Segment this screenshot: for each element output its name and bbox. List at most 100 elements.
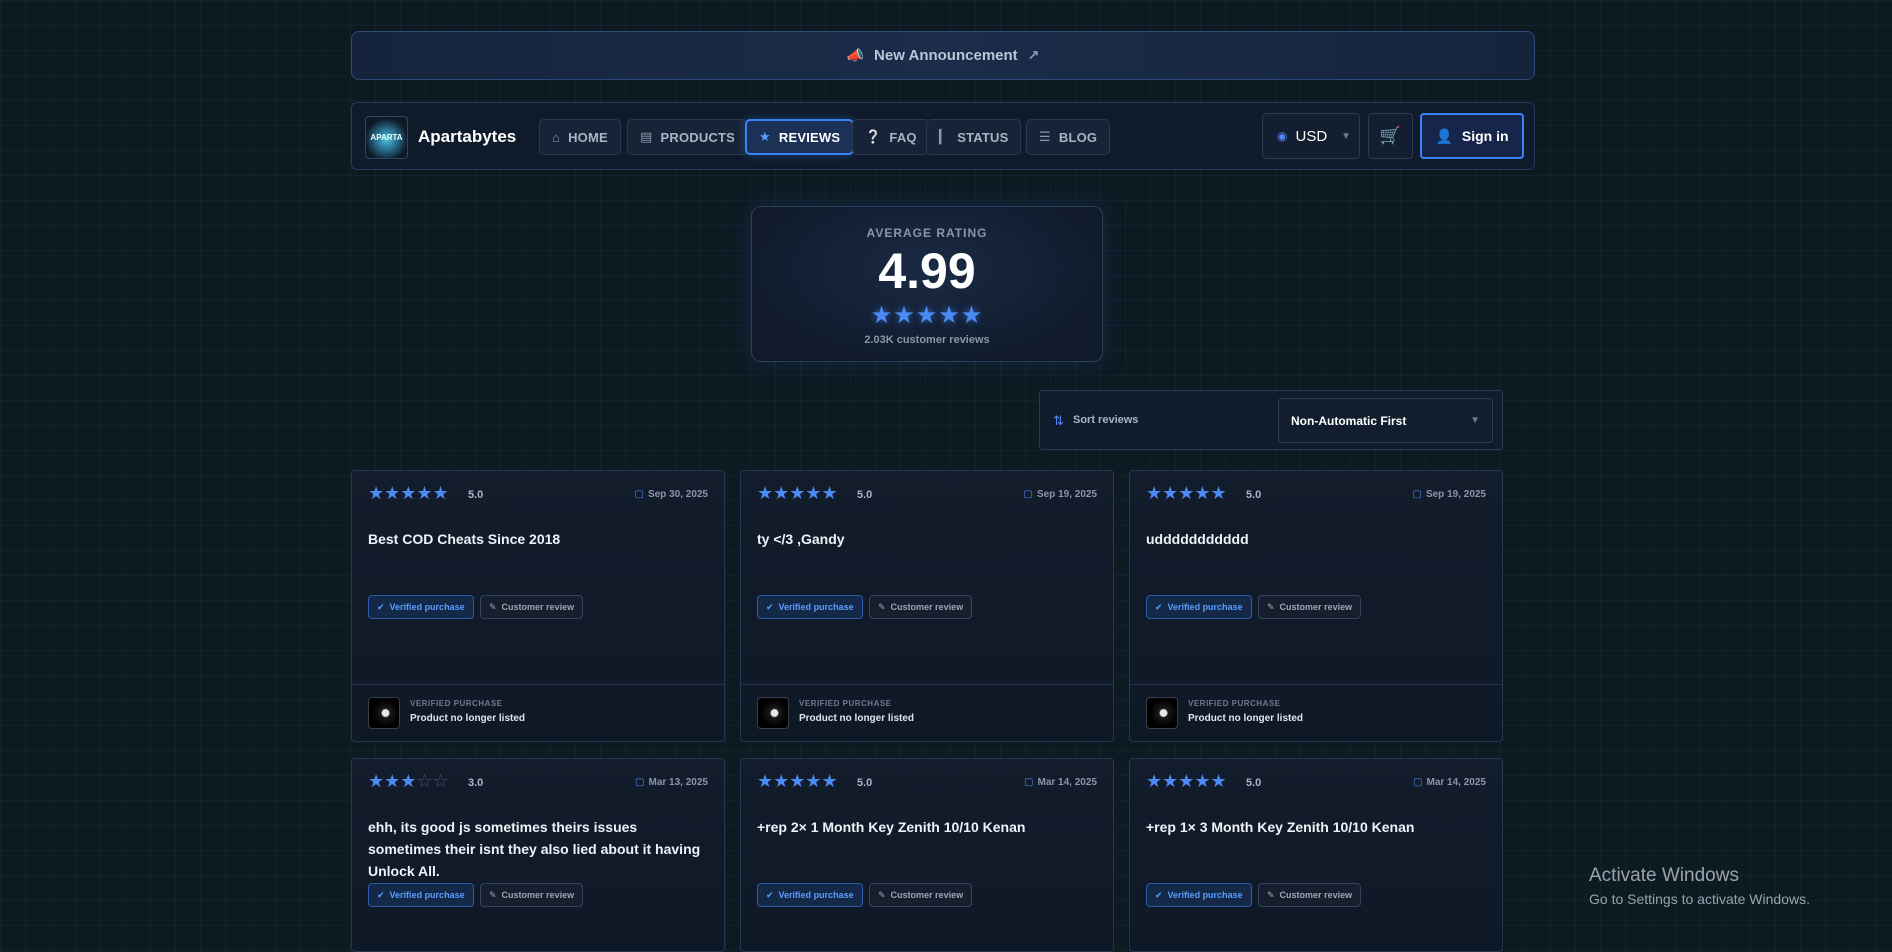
review-stars: ★★★★★ — [757, 771, 838, 791]
review-card[interactable]: ★★★★★ 5.0 ▢ Mar 14, 2025 +rep 2× 1 Month … — [740, 758, 1114, 952]
product-thumbnail — [1146, 697, 1178, 729]
pen-icon: ✎ — [489, 889, 497, 900]
chevron-down-icon: ▼ — [1470, 415, 1480, 426]
pen-icon: ✎ — [878, 601, 886, 612]
home-icon: ⌂ — [552, 129, 561, 145]
pen-icon: ✎ — [489, 601, 497, 612]
cart-icon: 🛒 — [1379, 126, 1402, 145]
pen-icon: ✎ — [878, 889, 886, 900]
calendar-icon: ▢ — [1412, 489, 1422, 500]
product-label: VERIFIED PURCHASE — [799, 699, 892, 708]
coins-icon: ◉ — [1277, 129, 1288, 143]
review-title: ty </3 ,Gandy — [757, 531, 845, 547]
nav-home-label: HOME — [568, 129, 608, 145]
verified-badge: ✔ Verified purchase — [757, 595, 863, 619]
verified-badge: ✔ Verified purchase — [368, 883, 474, 907]
verified-badge: ✔ Verified purchase — [1146, 595, 1252, 619]
review-date: ▢ Mar 14, 2025 — [1413, 777, 1486, 788]
external-link-icon[interactable]: ↗ — [1028, 47, 1040, 64]
customer-review-badge: ✎ Customer review — [1258, 883, 1362, 907]
review-title: +rep 2× 1 Month Key Zenith 10/10 Kenan — [757, 819, 1026, 835]
review-date: ▢ Sep 19, 2025 — [1412, 489, 1487, 500]
review-card[interactable]: ★★★★★ 5.0 ▢ Sep 30, 2025 Best COD Cheats … — [351, 470, 725, 742]
verified-badge: ✔ Verified purchase — [757, 883, 863, 907]
nav-status[interactable]: ▎ STATUS — [926, 119, 1022, 155]
nav-faq[interactable]: ❔ FAQ — [852, 119, 930, 155]
review-stars: ★★★★★ — [1146, 483, 1227, 503]
customer-review-badge: ✎ Customer review — [480, 883, 584, 907]
review-title: +rep 1× 3 Month Key Zenith 10/10 Kenan — [1146, 819, 1415, 835]
verified-badge: ✔ Verified purchase — [1146, 883, 1252, 907]
windows-activation-watermark: Activate Windows Go to Settings to activ… — [1589, 865, 1810, 907]
megaphone-icon: 📣 — [846, 47, 865, 63]
review-date: ▢ Mar 13, 2025 — [635, 777, 708, 788]
cart-button[interactable]: 🛒 — [1368, 113, 1413, 159]
watermark-title: Activate Windows — [1589, 865, 1739, 886]
average-rating-stars: ★★★★★ — [870, 302, 984, 329]
review-stars: ★★★☆☆ — [368, 771, 449, 791]
check-circle-icon: ✔ — [377, 889, 385, 900]
review-date: ▢ Mar 14, 2025 — [1024, 777, 1097, 788]
calendar-icon: ▢ — [634, 489, 644, 500]
calendar-icon: ▢ — [1023, 489, 1033, 500]
check-circle-icon: ✔ — [766, 889, 774, 900]
review-title: Best COD Cheats Since 2018 — [368, 531, 561, 547]
nav-products-label: PRODUCTS — [660, 129, 736, 145]
boxes-icon: ▤ — [640, 129, 653, 144]
check-circle-icon: ✔ — [1155, 601, 1163, 612]
customer-review-badge: ✎ Customer review — [869, 595, 973, 619]
signal-icon: ▎ — [939, 129, 950, 144]
check-circle-icon: ✔ — [1155, 889, 1163, 900]
product-label: VERIFIED PURCHASE — [1188, 699, 1281, 708]
review-card[interactable]: ★★★★★ 5.0 ▢ Mar 14, 2025 +rep 1× 3 Month … — [1129, 758, 1503, 952]
nav-blog[interactable]: ☰ BLOG — [1026, 119, 1111, 155]
verified-badge: ✔ Verified purchase — [368, 595, 474, 619]
announcement-bar[interactable]: 📣 New Announcement ↗ — [351, 31, 1535, 80]
product-label: VERIFIED PURCHASE — [410, 699, 503, 708]
card-divider — [741, 684, 1113, 685]
review-score: 5.0 — [857, 489, 873, 501]
review-score: 3.0 — [468, 777, 484, 789]
product-name: Product no longer listed — [1188, 713, 1304, 724]
nav-products[interactable]: ▤ PRODUCTS — [627, 119, 749, 155]
review-score: 5.0 — [1246, 489, 1262, 501]
review-card[interactable]: ★★★★★ 5.0 ▢ Sep 19, 2025 uddddddddddd ✔ Ve… — [1129, 470, 1503, 742]
brand-name[interactable]: Apartabytes — [418, 127, 516, 147]
review-card[interactable]: ★★★★★ 5.0 ▢ Sep 19, 2025 ty </3 ,Gandy ✔ V… — [740, 470, 1114, 742]
sort-label: Sort reviews — [1073, 414, 1139, 426]
currency-select[interactable]: ◉ USD ▼ — [1262, 113, 1360, 159]
nav-reviews-label: REVIEWS — [778, 129, 841, 145]
calendar-icon: ▢ — [1413, 777, 1423, 788]
product-name: Product no longer listed — [410, 713, 526, 724]
nav-reviews[interactable]: ★ REVIEWS — [745, 119, 855, 155]
brand-logo[interactable]: APARTA — [365, 116, 408, 159]
customer-review-badge: ✎ Customer review — [869, 883, 973, 907]
customer-review-badge: ✎ Customer review — [480, 595, 584, 619]
product-thumbnail — [368, 697, 400, 729]
review-title: ehh, its good js sometimes theirs issues… — [368, 819, 701, 879]
pen-icon: ✎ — [1267, 601, 1275, 612]
average-rating-card: AVERAGE RATING 4.99 ★★★★★ 2.03K customer… — [751, 206, 1103, 362]
review-score: 5.0 — [468, 489, 484, 501]
navbar: APARTA Apartabytes ⌂ HOME ▤ PRODUCTS ★ R… — [351, 102, 1535, 170]
average-rating-label: AVERAGE RATING — [866, 226, 988, 240]
review-card[interactable]: ★★★☆☆ 3.0 ▢ Mar 13, 2025 ehh, its good js… — [351, 758, 725, 952]
review-stars: ★★★★★ — [1146, 771, 1227, 791]
review-stars: ★★★★★ — [757, 483, 838, 503]
review-score: 5.0 — [1246, 777, 1262, 789]
calendar-icon: ▢ — [1024, 777, 1034, 788]
star-icon: ★ — [759, 129, 771, 144]
sort-select[interactable]: Non-Automatic First ▼ — [1278, 398, 1493, 443]
review-score: 5.0 — [857, 777, 873, 789]
review-date: ▢ Sep 30, 2025 — [634, 489, 709, 500]
nav-status-label: STATUS — [957, 129, 1009, 145]
check-circle-icon: ✔ — [377, 601, 385, 612]
announcement-text: New Announcement — [874, 47, 1018, 64]
calendar-icon: ▢ — [635, 777, 645, 788]
nav-blog-label: BLOG — [1058, 129, 1098, 145]
sign-in-button[interactable]: 👤 Sign in — [1420, 113, 1524, 159]
user-icon: 👤 — [1435, 127, 1453, 144]
nav-home[interactable]: ⌂ HOME — [539, 119, 621, 155]
nav-faq-label: FAQ — [889, 129, 917, 145]
review-date: ▢ Sep 19, 2025 — [1023, 489, 1098, 500]
